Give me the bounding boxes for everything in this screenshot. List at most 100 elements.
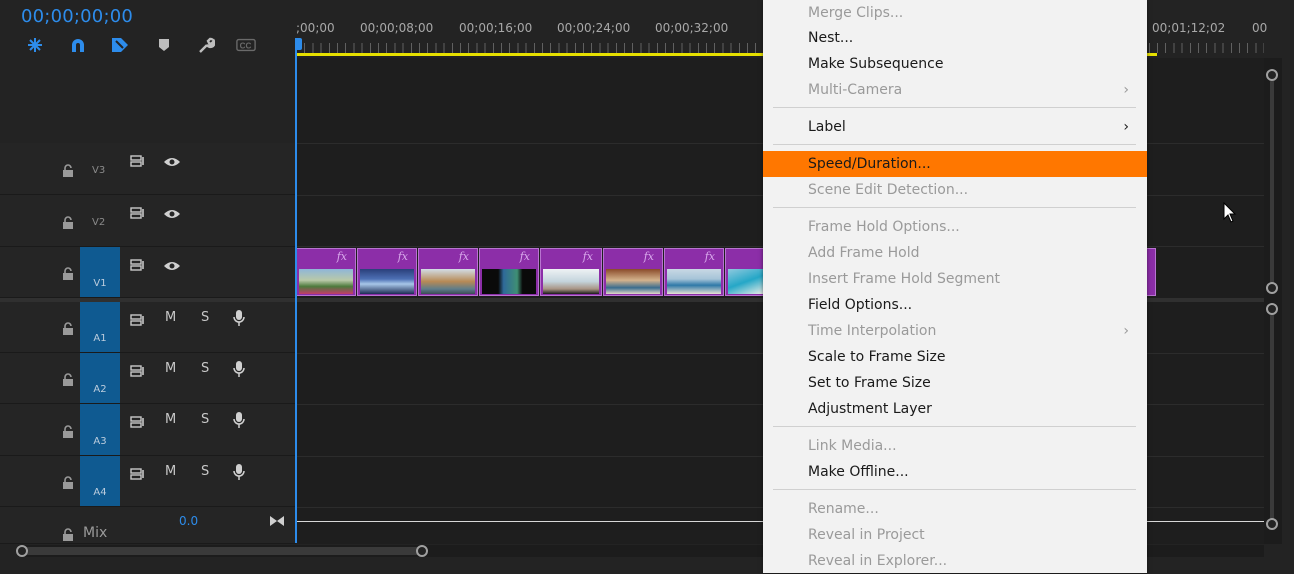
track-target-v1[interactable]: V1 [80, 247, 120, 297]
track-header-v2[interactable]: V2 [0, 195, 296, 247]
menu-item-speed-duration[interactable]: Speed/Duration... [763, 151, 1147, 177]
lock-icon[interactable] [62, 474, 74, 489]
menu-item-merge-clips[interactable]: Merge Clips... [763, 0, 1147, 26]
track-header-a3[interactable]: A3 M S [0, 404, 296, 456]
video-clip[interactable]: fx [357, 248, 417, 296]
video-clip[interactable] [725, 248, 765, 296]
menu-item-multi-camera[interactable]: Multi-Camera › [763, 77, 1147, 103]
menu-item-make-offline[interactable]: Make Offline... [763, 459, 1147, 485]
fx-badge: fx [582, 250, 593, 263]
chevron-right-icon: › [1123, 82, 1129, 98]
lock-icon[interactable] [62, 214, 74, 229]
playhead-timecode[interactable]: 00;00;00;00 [21, 6, 133, 27]
lock-icon[interactable] [62, 371, 74, 386]
video-clip[interactable]: fx [664, 248, 724, 296]
microphone-icon[interactable] [233, 309, 245, 331]
video-clip[interactable]: fx [540, 248, 602, 296]
microphone-icon[interactable] [233, 360, 245, 382]
track-target-a2[interactable]: A2 [80, 353, 120, 403]
mix-pan-icon[interactable] [269, 512, 285, 531]
menu-item-make-subsequence[interactable]: Make Subsequence [763, 51, 1147, 77]
fx-badge: fx [336, 250, 347, 263]
snap-magnet-icon[interactable] [68, 36, 88, 54]
horizontal-scroll-thumb[interactable] [22, 547, 422, 555]
lock-icon[interactable] [62, 320, 74, 335]
track-header-spacer [0, 58, 296, 143]
menu-item-time-interpolation[interactable]: Time Interpolation › [763, 318, 1147, 344]
audio-scroll-knob-top[interactable] [1266, 303, 1278, 315]
menu-item-link-media[interactable]: Link Media... [763, 433, 1147, 459]
menu-item-scale-to-frame-size[interactable]: Scale to Frame Size [763, 344, 1147, 370]
solo-button[interactable]: S [201, 464, 209, 479]
video-scroll-knob-bottom[interactable] [1266, 282, 1278, 294]
sync-lock-icon[interactable] [130, 465, 146, 484]
menu-item-set-to-frame-size[interactable]: Set to Frame Size [763, 370, 1147, 396]
sync-lock-icon[interactable] [130, 204, 146, 223]
video-clip[interactable]: fx [418, 248, 478, 296]
eye-visibility-icon[interactable] [163, 153, 181, 172]
eye-visibility-icon[interactable] [163, 205, 181, 224]
menu-item-scene-edit-detection[interactable]: Scene Edit Detection... [763, 177, 1147, 203]
menu-item-adjustment-layer[interactable]: Adjustment Layer [763, 396, 1147, 422]
track-target-a1[interactable]: A1 [80, 302, 120, 352]
track-target-a4[interactable]: A4 [80, 456, 120, 506]
lock-icon[interactable] [62, 526, 74, 541]
track-header-mix[interactable]: Mix 0.0 [0, 507, 296, 544]
solo-button[interactable]: S [201, 412, 209, 427]
eye-visibility-icon[interactable] [163, 257, 181, 276]
menu-item-reveal-in-project[interactable]: Reveal in Project [763, 522, 1147, 548]
video-scroll-knob-top[interactable] [1266, 69, 1278, 81]
sync-lock-icon[interactable] [130, 413, 146, 432]
menu-item-insert-frame-hold-segment[interactable]: Insert Frame Hold Segment [763, 266, 1147, 292]
menu-separator [773, 107, 1136, 108]
video-clip[interactable]: fx [296, 248, 356, 296]
lock-icon[interactable] [62, 162, 74, 177]
lock-icon[interactable] [62, 265, 74, 280]
track-header-a4[interactable]: A4 M S [0, 456, 296, 507]
microphone-icon[interactable] [233, 463, 245, 485]
microphone-icon[interactable] [233, 411, 245, 433]
audio-scroll-knob-bottom[interactable] [1266, 518, 1278, 530]
sync-lock-icon[interactable] [130, 152, 146, 171]
menu-item-field-options[interactable]: Field Options... [763, 292, 1147, 318]
mute-button[interactable]: M [165, 361, 176, 376]
solo-button[interactable]: S [201, 310, 209, 325]
insert-nest-toggle-icon[interactable] [25, 36, 45, 54]
captions-icon[interactable]: CC [236, 36, 256, 54]
track-label: V3 [92, 165, 106, 176]
menu-item-frame-hold-options[interactable]: Frame Hold Options... [763, 214, 1147, 240]
playhead-handle[interactable] [295, 38, 302, 50]
menu-item-label[interactable]: Label › [763, 114, 1147, 140]
chevron-right-icon: › [1123, 323, 1129, 339]
add-marker-icon[interactable] [154, 36, 174, 54]
menu-item-add-frame-hold[interactable]: Add Frame Hold [763, 240, 1147, 266]
lock-icon[interactable] [62, 423, 74, 438]
zoom-knob-right[interactable] [416, 545, 428, 557]
mute-button[interactable]: M [165, 412, 176, 427]
playhead-line[interactable] [295, 38, 297, 543]
solo-button[interactable]: S [201, 361, 209, 376]
wrench-settings-icon[interactable] [196, 36, 216, 54]
mute-button[interactable]: M [165, 310, 176, 325]
clip-thumbnail [728, 269, 765, 294]
menu-item-rename[interactable]: Rename... [763, 496, 1147, 522]
video-clip[interactable]: fx [479, 248, 539, 296]
audio-zoom-bar[interactable] [1270, 314, 1274, 522]
video-clip[interactable]: fx [603, 248, 663, 296]
track-header-a1[interactable]: A1 M S [0, 302, 296, 353]
linked-selection-icon[interactable] [110, 36, 130, 54]
zoom-knob-left[interactable] [16, 545, 28, 557]
sync-lock-icon[interactable] [130, 256, 146, 275]
sync-lock-icon[interactable] [130, 362, 146, 381]
sync-lock-icon[interactable] [130, 311, 146, 330]
mute-button[interactable]: M [165, 464, 176, 479]
track-header-v3[interactable]: V3 [0, 143, 296, 195]
video-zoom-bar[interactable] [1270, 80, 1274, 285]
mix-volume-value[interactable]: 0.0 [179, 514, 198, 528]
menu-item-nest[interactable]: Nest... [763, 25, 1147, 51]
track-target-a3[interactable]: A3 [80, 404, 120, 455]
track-header-v1[interactable]: V1 [0, 247, 296, 298]
track-header-a2[interactable]: A2 M S [0, 353, 296, 404]
menu-item-reveal-in-explorer[interactable]: Reveal in Explorer... [763, 548, 1147, 574]
fx-badge: fx [704, 250, 715, 263]
